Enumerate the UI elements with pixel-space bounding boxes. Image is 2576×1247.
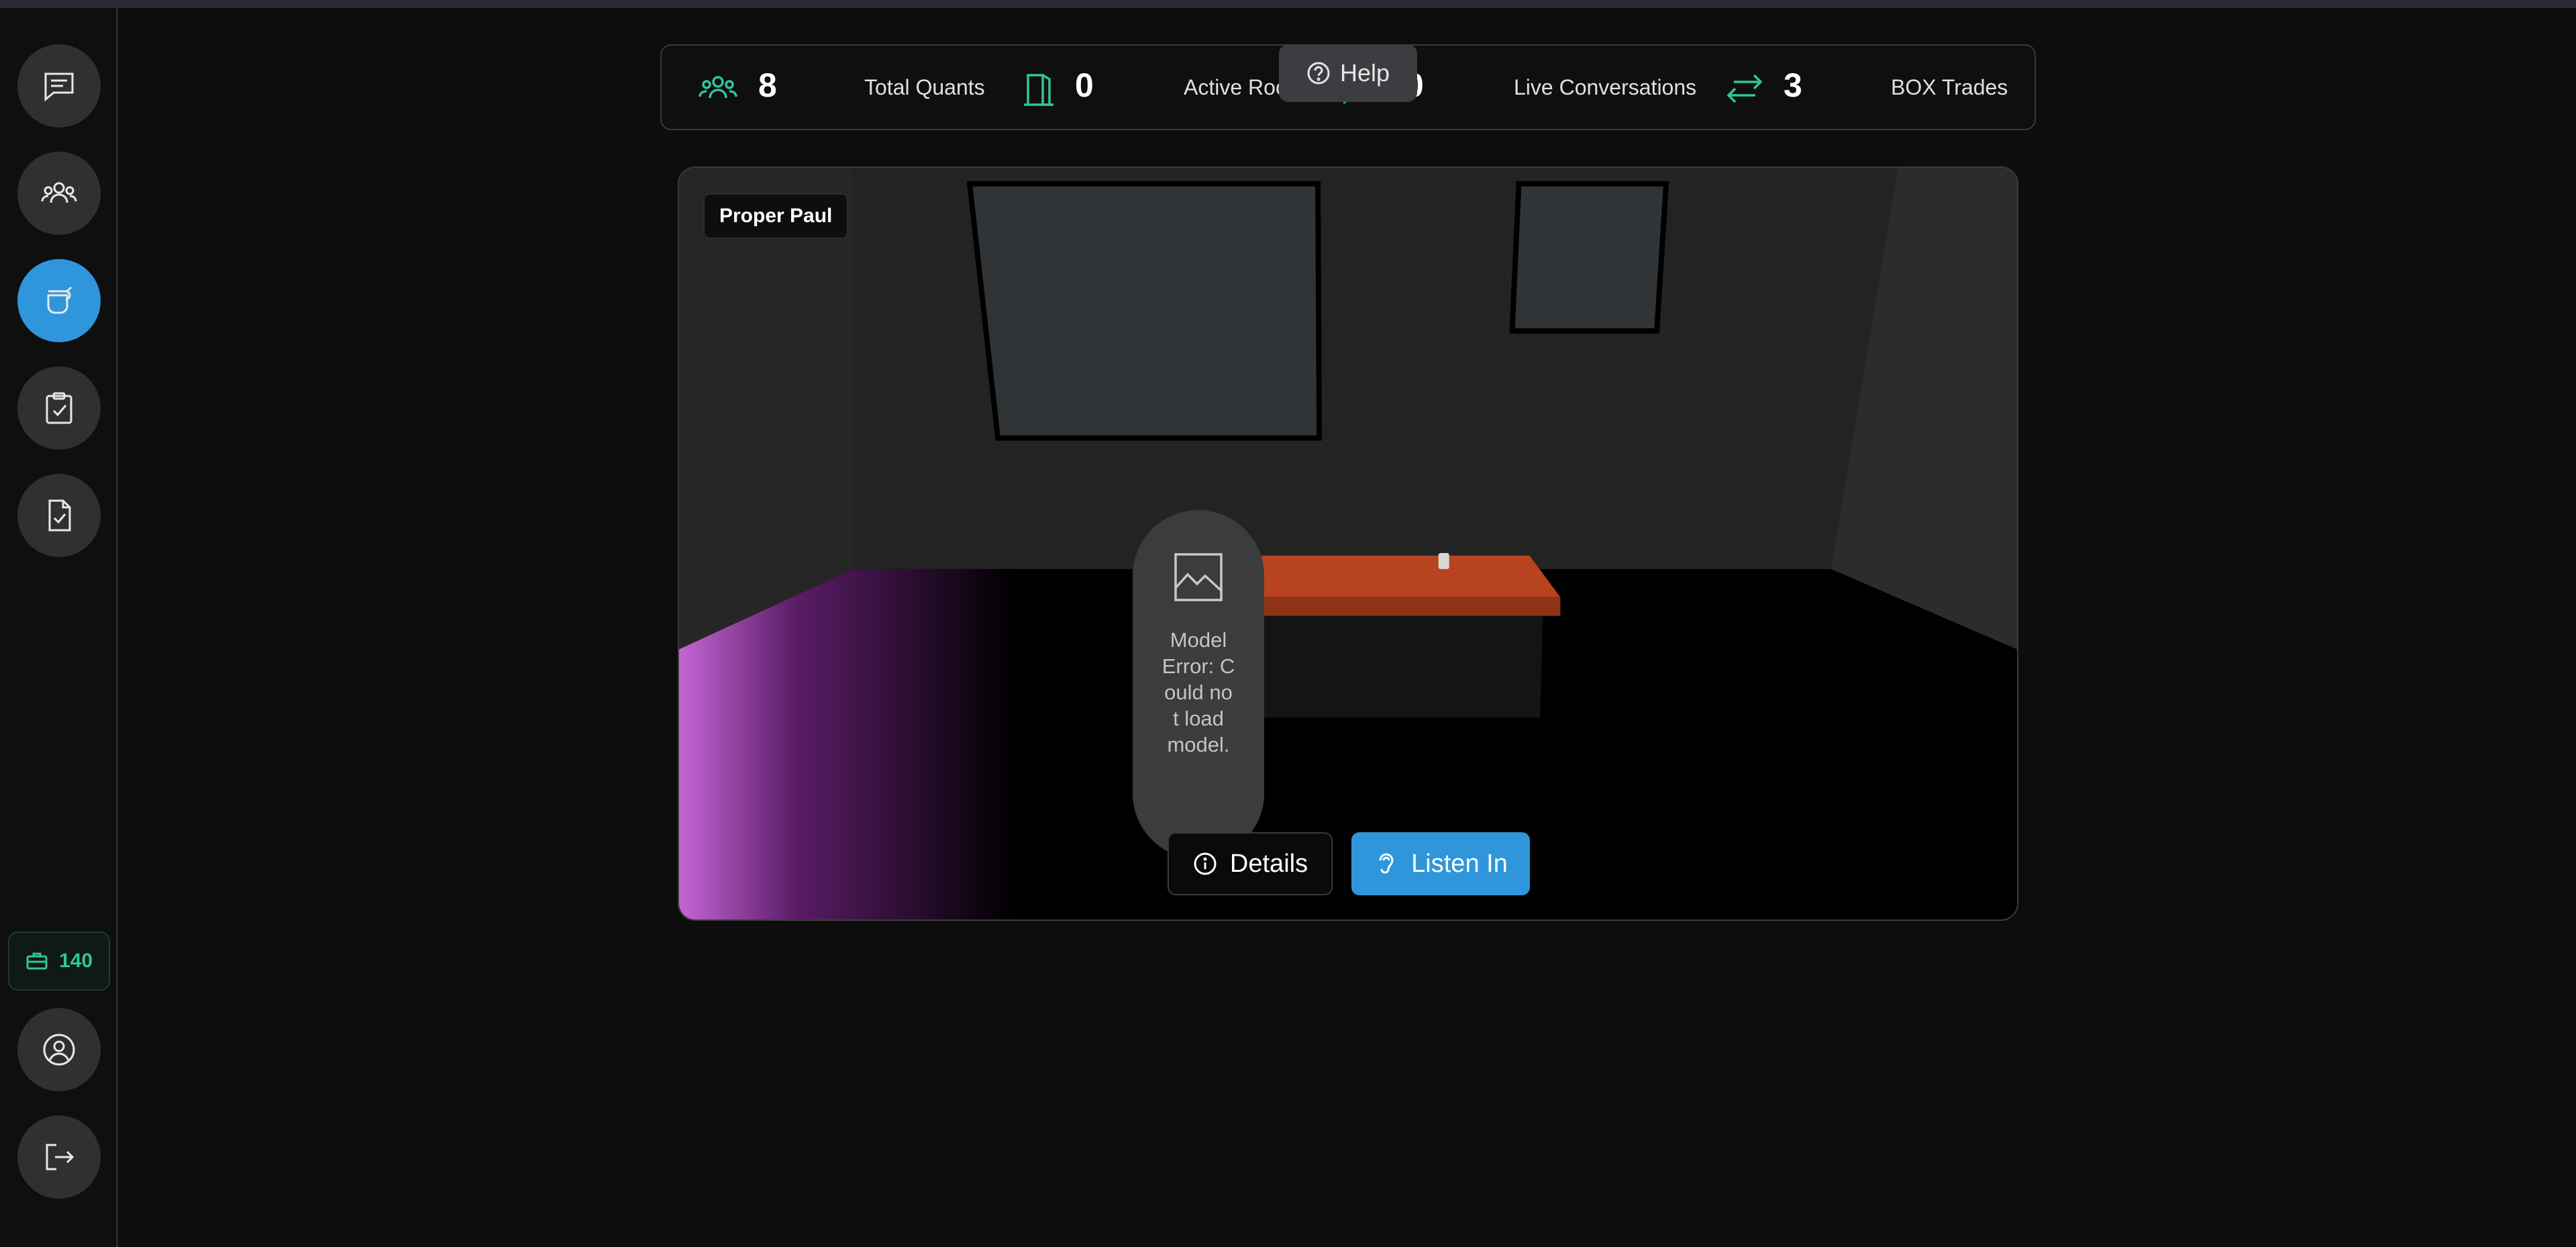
sidebar-item-rooms[interactable] <box>17 259 101 342</box>
stat-label-box-trades: BOX Trades <box>1891 75 2008 99</box>
room-name-label: Proper Paul <box>703 193 849 239</box>
sidebar-item-chat[interactable] <box>17 44 101 128</box>
group-icon <box>41 182 77 203</box>
swap-arrows-icon <box>1724 71 1765 107</box>
user-circle-icon <box>43 1034 75 1066</box>
window-top-bar <box>0 0 2576 8</box>
details-button[interactable]: Details <box>1168 832 1333 895</box>
logout-icon <box>46 1144 74 1170</box>
help-label: Help <box>1339 59 1390 87</box>
ear-icon <box>1379 853 1394 874</box>
info-icon <box>1194 852 1217 875</box>
details-label: Details <box>1229 849 1308 878</box>
sidebar-item-tasks[interactable] <box>17 366 101 450</box>
broken-image-icon <box>1174 553 1223 601</box>
chat-icon <box>44 72 74 102</box>
stat-value-total-quants: 8 <box>758 66 777 104</box>
room-viewport[interactable]: Proper Paul Model Error: Could not load … <box>678 166 2018 921</box>
briefcase-icon <box>26 952 48 970</box>
sidebar-item-community[interactable] <box>17 152 101 235</box>
logout-button[interactable] <box>17 1115 101 1199</box>
sidebar-item-documents[interactable] <box>17 474 101 557</box>
sidebar: 140 <box>0 8 118 1247</box>
question-circle-icon <box>1307 62 1330 85</box>
stat-label-total-quants: Total Quants <box>864 75 985 99</box>
cup-icon <box>47 286 72 314</box>
profile-button[interactable] <box>17 1008 101 1091</box>
credits-badge[interactable]: 140 <box>8 932 110 991</box>
model-error-message: Model Error: Could not load model. <box>1162 628 1235 756</box>
help-button[interactable]: Help <box>1279 44 1417 102</box>
stat-label-live-conversations: Live Conversations <box>1514 75 1697 99</box>
room-3d-scene <box>679 168 2017 919</box>
model-error-placeholder: Model Error: Could not load model. <box>1133 510 1264 859</box>
clipboard-check-icon <box>46 392 72 424</box>
document-check-icon <box>48 499 71 532</box>
stat-value-active-rooms: 0 <box>1075 66 1094 104</box>
listen-in-button[interactable]: Listen In <box>1351 832 1530 895</box>
group-icon <box>698 71 738 107</box>
stat-value-box-trades: 3 <box>1784 66 1802 104</box>
credits-value: 140 <box>58 950 93 972</box>
door-icon <box>1019 71 1059 107</box>
listen-in-label: Listen In <box>1411 849 1508 878</box>
